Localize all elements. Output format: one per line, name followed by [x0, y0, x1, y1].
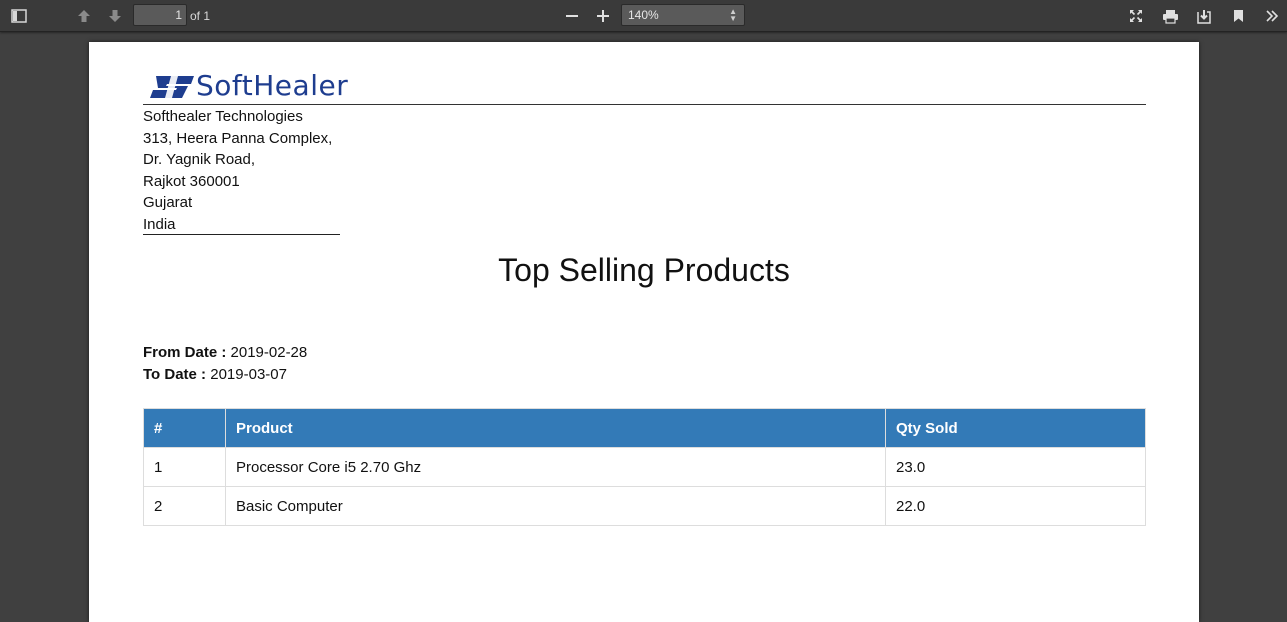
cell-product: Processor Core i5 2.70 Ghz [225, 447, 886, 487]
sidebar-toggle-button[interactable] [6, 4, 32, 28]
company-name: Softhealer Technologies [143, 108, 303, 125]
bookmark-icon [1233, 10, 1243, 22]
address-line: 313, Heera Panna Complex, [143, 129, 333, 147]
address-line: Dr. Yagnik Road, [143, 151, 256, 168]
column-header-index: # [143, 408, 226, 448]
table-header-row: # Product Qty Sold [143, 408, 1146, 448]
plus-icon [597, 10, 609, 22]
print-button[interactable] [1157, 4, 1183, 28]
company-address: Softhealer Technologies 313, Heera Panna… [143, 106, 343, 235]
column-header-qty-sold: Qty Sold [885, 408, 1146, 448]
header-divider [143, 104, 1146, 105]
to-date: To Date : 2019-03-07 [143, 366, 287, 383]
bookmark-button[interactable] [1225, 4, 1251, 28]
cell-index: 1 [143, 447, 226, 487]
next-page-button[interactable] [102, 4, 128, 28]
arrow-up-icon [78, 10, 90, 22]
from-date: From Date : 2019-02-28 [143, 344, 307, 361]
logo-wordmark: SoftHealer [196, 69, 349, 102]
report-title: Top Selling Products [498, 252, 790, 288]
to-date-label: To Date : [143, 366, 207, 383]
presentation-mode-button[interactable] [1123, 4, 1149, 28]
printer-icon [1162, 9, 1178, 24]
page-number-input[interactable] [133, 4, 187, 26]
from-date-value: 2019-02-28 [230, 344, 308, 361]
zoom-in-button[interactable] [590, 4, 616, 28]
arrow-down-icon [109, 10, 121, 22]
address-line: Rajkot 360001 [143, 172, 240, 190]
address-line: Gujarat [143, 194, 193, 211]
download-icon [1197, 9, 1211, 24]
cell-qty-sold: 23.0 [885, 447, 1146, 487]
pdf-page: SoftHealer Softhealer Technologies 313, … [89, 42, 1199, 622]
select-caret-icon: ▲ ▼ [729, 7, 737, 23]
table-row: 1 Processor Core i5 2.70 Ghz 23.0 [143, 447, 1146, 487]
cell-product: Basic Computer [225, 486, 886, 526]
download-button[interactable] [1191, 4, 1217, 28]
tools-button[interactable] [1259, 4, 1285, 28]
top-products-table: # Product Qty Sold 1 Processor Core i5 2… [143, 408, 1146, 526]
cell-index: 2 [143, 486, 226, 526]
column-header-product: Product [225, 408, 886, 448]
cell-qty-sold: 22.0 [885, 486, 1146, 526]
zoom-out-button[interactable] [559, 4, 585, 28]
address-divider [143, 234, 340, 235]
table-row: 2 Basic Computer 22.0 [143, 486, 1146, 526]
page-count-label: of 1 [190, 9, 211, 23]
fullscreen-icon [1130, 10, 1142, 22]
pdf-toolbar: of 1 140% ▲▼ [0, 0, 1287, 32]
to-date-value: 2019-03-07 [210, 366, 287, 383]
zoom-select[interactable]: 140% ▲ ▼ [621, 4, 745, 26]
from-date-label: From Date : [143, 344, 227, 361]
sidebar-icon [11, 9, 27, 23]
previous-page-button[interactable] [71, 4, 97, 28]
double-chevron-right-icon [1266, 10, 1279, 22]
address-line: India [143, 215, 176, 233]
minus-icon [566, 15, 578, 17]
zoom-value: 140% [628, 8, 659, 22]
